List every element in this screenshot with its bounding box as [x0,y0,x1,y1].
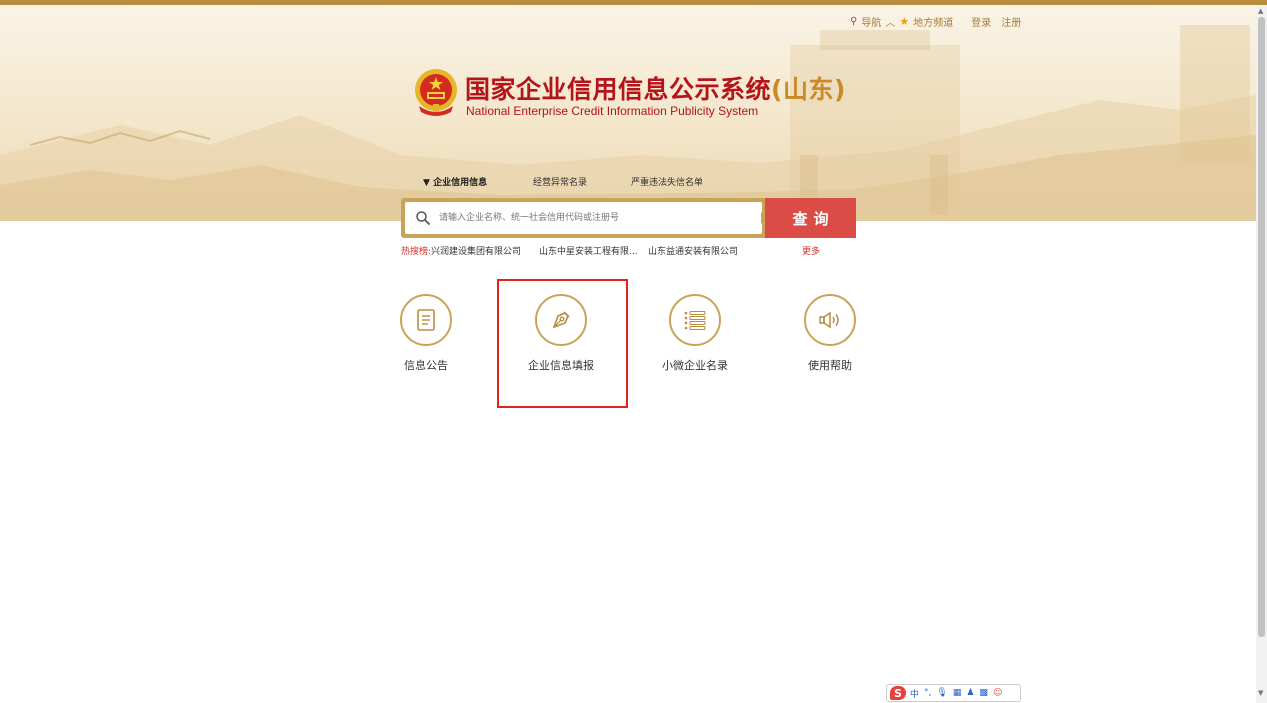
hot-search-item[interactable]: 山东中星安装工程有限... [539,244,648,257]
keyboard-icon[interactable]: ▦ [953,688,962,698]
hot-search-item[interactable]: 兴润建设集团有限公司 [431,244,539,257]
sogou-logo-icon[interactable]: S [890,686,906,700]
search-box-inner [405,202,762,234]
toolbox-grid-icon[interactable]: ▩ [979,688,988,698]
vertical-scrollbar[interactable]: ▲ ▼ [1256,5,1267,703]
feature-info-announcement[interactable]: 信息公告 [376,294,476,373]
skin-icon[interactable]: ♟ [966,688,974,698]
login-link[interactable]: 登录 [971,14,991,29]
feature-small-micro-enterprises[interactable]: 小微企业名录 [645,294,745,373]
site-title: 国家企业信用信息公示系统(山东) [465,70,846,106]
local-channel-link[interactable]: 地方频道 [913,14,953,29]
page: ⚲ 导航 ︿ ★ 地方频道 登录 注册 国家企业信用信息公示系统(山东) Nat… [0,0,1267,703]
hot-search-label: 热搜榜: [401,247,432,257]
nav-link[interactable]: 导航 [861,14,881,29]
user-face-icon[interactable]: ☺ [993,688,1002,698]
speaker-icon [819,311,839,329]
punctuation-icon[interactable]: °, [924,688,931,698]
hot-search-list: 热搜榜: 兴润建设集团有限公司 山东中星安装工程有限... 山东益通安装有限公司 [401,244,738,257]
register-link[interactable]: 注册 [1001,14,1021,29]
search-button[interactable]: 查询 [765,198,856,238]
feature-usage-help[interactable]: 使用帮助 [780,294,880,373]
feature-icon-circle [669,294,721,346]
search-tabs: ▼ 企业信用信息 经营异常名录 严重违法失信名单 [423,175,703,188]
tab-abnormal-operations[interactable]: 经营异常名录 [533,175,631,188]
active-tab-marker-icon: ▼ [423,178,430,188]
hot-search-item[interactable]: 山东益通安装有限公司 [648,244,738,257]
feature-label: 小微企业名录 [662,359,728,372]
site-title-main: 国家企业信用信息公示系统 [465,75,772,104]
microphone-icon[interactable]: 🎙 [936,688,947,698]
scroll-down-arrow-icon[interactable]: ▼ [1258,689,1263,697]
scroll-up-arrow-icon[interactable]: ▲ [1258,7,1263,15]
tab-serious-violations[interactable]: 严重违法失信名单 [631,175,703,188]
hot-search-more-link[interactable]: 更多 [802,244,820,257]
document-icon [417,309,435,331]
top-navigation: ⚲ 导航 ︿ ★ 地方频道 登录 注册 [850,14,1025,29]
tab-enterprise-credit[interactable]: ▼ 企业信用信息 [423,175,533,188]
ime-toolbar[interactable]: S 中 °, 🎙 ▦ ♟ ▩ ☺ [886,684,1021,702]
feature-icon-circle [804,294,856,346]
chevron-up-icon[interactable]: ︿ [885,14,895,29]
feature-icon-circle [400,294,452,346]
ime-mode-toggle[interactable]: 中 [910,687,919,700]
list-icon [684,310,706,331]
site-title-province: (山东) [771,75,846,104]
site-title-english: National Enterprise Credit Information P… [466,104,759,118]
highlight-box [497,279,628,408]
star-icon: ★ [899,15,910,28]
feature-label: 信息公告 [404,359,448,372]
national-emblem-icon [415,69,457,116]
search-box [401,198,767,238]
scrollbar-thumb[interactable] [1258,17,1265,637]
location-pin-icon: ⚲ [850,16,858,27]
search-input[interactable] [439,208,749,228]
tab-label: 企业信用信息 [433,178,488,188]
search-icon [416,211,431,226]
feature-label: 使用帮助 [808,359,852,372]
